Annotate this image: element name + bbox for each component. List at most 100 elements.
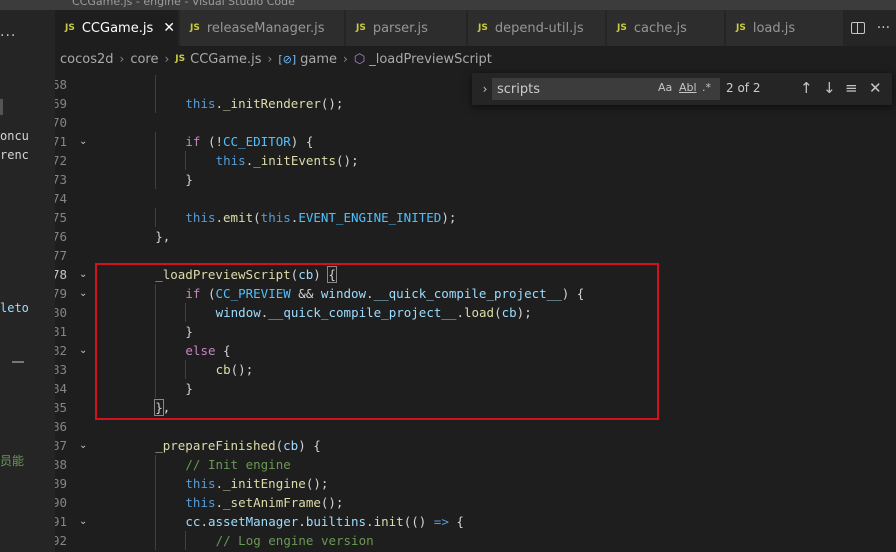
code-token: cc bbox=[185, 514, 201, 529]
tab-cache[interactable]: JS cache.js bbox=[607, 10, 725, 46]
line-number: 379 bbox=[55, 286, 67, 301]
find-widget: › Aa Abl .* 2 of 2 ↑ ↓ ≡ ✕ bbox=[472, 73, 892, 105]
arrow-down-icon[interactable]: ↓ bbox=[823, 79, 836, 97]
code-area[interactable]: this._initRenderer(); if (!CC_EDITOR) {th… bbox=[125, 72, 896, 552]
tab-label: CCGame.js bbox=[81, 20, 154, 36]
tab-load[interactable]: JS load.js bbox=[726, 10, 844, 46]
regex-icon[interactable]: .* bbox=[702, 81, 711, 94]
breadcrumb-item-core[interactable]: core bbox=[130, 52, 158, 67]
code-line[interactable]: this._initEngine(); bbox=[185, 474, 328, 493]
close-icon[interactable]: ✕ bbox=[869, 79, 882, 97]
code-token: _initRenderer bbox=[223, 96, 321, 111]
fold-chevron-icon[interactable]: ⌄ bbox=[79, 341, 91, 360]
code-line[interactable]: }, bbox=[155, 227, 170, 246]
code-token: . bbox=[215, 210, 224, 225]
sidebar-scroll-indicator[interactable] bbox=[0, 99, 3, 115]
code-line[interactable]: this._initRenderer(); bbox=[185, 94, 343, 113]
code-token: { bbox=[448, 514, 464, 529]
code-line[interactable]: if (CC_PREVIEW && window.__quick_compile… bbox=[185, 284, 584, 303]
code-line[interactable]: // Log engine version bbox=[216, 531, 374, 550]
match-case-icon[interactable]: Aa bbox=[658, 81, 672, 94]
fold-chevron-icon[interactable]: ⌄ bbox=[79, 265, 91, 284]
code-line[interactable]: } bbox=[185, 379, 193, 398]
arrow-up-icon[interactable]: ↑ bbox=[800, 79, 813, 97]
more-icon[interactable]: ... bbox=[0, 24, 16, 40]
breadcrumb-item-game[interactable]: game bbox=[300, 52, 337, 67]
code-token: CC_PREVIEW bbox=[215, 286, 291, 301]
fold-chevron-icon[interactable]: ⌄ bbox=[79, 132, 91, 151]
breadcrumb-item-file[interactable]: CCGame.js bbox=[190, 52, 261, 67]
line-number: 378 bbox=[55, 267, 67, 282]
code-token: } bbox=[185, 324, 193, 339]
tab-label: cache.js bbox=[633, 20, 687, 36]
more-actions-icon[interactable]: ··· bbox=[877, 20, 890, 36]
breadcrumb-item-cocos2d[interactable]: cocos2d bbox=[60, 52, 114, 67]
code-token: (); bbox=[305, 476, 329, 491]
indent-guide bbox=[155, 284, 157, 303]
code-token: __quick_compile_project__ bbox=[373, 286, 562, 301]
code-line[interactable]: cb(); bbox=[216, 360, 254, 379]
code-token: _initEvents bbox=[253, 153, 337, 168]
code-line[interactable]: // Init engine bbox=[185, 455, 290, 474]
fold-chevron-icon[interactable]: ⌄ bbox=[79, 512, 91, 531]
close-icon[interactable]: ✕ bbox=[163, 20, 175, 36]
code-token: . bbox=[456, 305, 464, 320]
code-token: ( bbox=[275, 438, 284, 453]
line-number: 390 bbox=[55, 495, 67, 510]
code-token: cb bbox=[215, 362, 231, 377]
code-line[interactable]: this._setAnimFrame(); bbox=[185, 493, 343, 512]
fold-chevron-icon[interactable]: ⌄ bbox=[79, 436, 91, 455]
code-line[interactable]: cc.assetManager.builtins.init(() => { bbox=[185, 512, 464, 531]
indent-guide bbox=[155, 208, 157, 227]
code-line[interactable]: this._initEvents(); bbox=[216, 151, 359, 170]
line-number: 368 bbox=[55, 77, 67, 92]
tab-ccgame[interactable]: JS CCGame.js ✕ bbox=[55, 10, 179, 46]
code-token: this bbox=[185, 96, 216, 111]
indent-guide bbox=[155, 493, 157, 512]
code-line[interactable]: }, bbox=[154, 398, 170, 417]
tab-label: releaseManager.js bbox=[206, 20, 325, 36]
breadcrumb: cocos2d › core › JS CCGame.js › [⊘] game… bbox=[55, 46, 896, 72]
code-editor[interactable]: 368 369 370 371 ⌄ 372 373 374 375 376 377 378 ⌄ 379 ⌄ 3… bbox=[55, 72, 896, 552]
code-line[interactable]: window.__quick_compile_project__.load(cb… bbox=[216, 303, 532, 322]
line-number: 382 bbox=[55, 343, 67, 358]
code-line[interactable]: if (!CC_EDITOR) { bbox=[185, 132, 313, 151]
indent-guide bbox=[155, 531, 157, 550]
find-in-selection-icon[interactable]: ≡ bbox=[845, 79, 858, 97]
breadcrumb-item-method[interactable]: _loadPreviewScript bbox=[369, 52, 492, 67]
method-icon: ⬡ bbox=[353, 51, 366, 67]
line-number: 384 bbox=[55, 381, 67, 396]
code-line[interactable]: } bbox=[185, 170, 193, 189]
line-number: 375 bbox=[55, 210, 67, 225]
code-token: load bbox=[463, 305, 495, 320]
line-number: 386 bbox=[55, 419, 67, 434]
whole-word-icon[interactable]: Abl bbox=[679, 81, 697, 94]
code-token: __quick_compile_project__ bbox=[268, 305, 457, 320]
code-token: this bbox=[215, 153, 246, 168]
line-number: 389 bbox=[55, 476, 67, 491]
tab-label: parser.js bbox=[372, 20, 428, 36]
split-editor-icon[interactable] bbox=[850, 22, 865, 34]
code-token: ) bbox=[313, 267, 329, 282]
line-number: 383 bbox=[55, 362, 67, 377]
fold-chevron-icon[interactable]: ⌄ bbox=[79, 284, 91, 303]
js-file-icon: JS bbox=[190, 23, 200, 33]
code-line[interactable]: } bbox=[185, 322, 193, 341]
code-token: ( bbox=[253, 210, 261, 225]
code-line[interactable]: else { bbox=[185, 341, 230, 360]
line-number: 369 bbox=[55, 96, 67, 111]
tab-releasemanager[interactable]: JS releaseManager.js bbox=[180, 10, 345, 46]
code-line[interactable]: _loadPreviewScript(cb) { bbox=[155, 265, 337, 284]
line-number: 392 bbox=[55, 533, 67, 548]
tab-parser[interactable]: JS parser.js bbox=[346, 10, 467, 46]
code-token: (); bbox=[320, 495, 344, 510]
code-line[interactable]: _prepareFinished(cb) { bbox=[155, 436, 321, 455]
tab-depend-util[interactable]: JS depend-util.js bbox=[468, 10, 606, 46]
indent-guide bbox=[155, 303, 157, 322]
code-token: this bbox=[260, 210, 291, 225]
code-token: cb bbox=[298, 267, 314, 282]
line-number-gutter: 368 369 370 371 ⌄ 372 373 374 375 376 377 378 ⌄ 379 ⌄ 3… bbox=[55, 72, 97, 552]
code-line[interactable]: this.emit(this.EVENT_ENGINE_INITED); bbox=[185, 208, 456, 227]
tab-label: load.js bbox=[752, 20, 796, 36]
line-number: 376 bbox=[55, 229, 67, 244]
